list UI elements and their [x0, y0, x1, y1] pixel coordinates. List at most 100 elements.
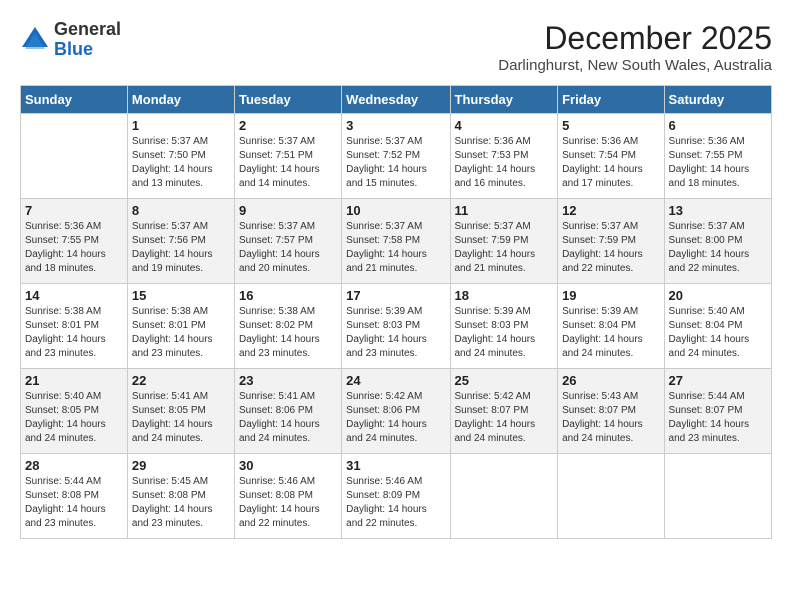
day-detail: Sunrise: 5:36 AM Sunset: 7:55 PM Dayligh… [669, 135, 767, 191]
day-detail: Sunrise: 5:40 AM Sunset: 8:04 PM Dayligh… [669, 305, 767, 361]
day-number: 26 [562, 373, 659, 388]
day-number: 17 [346, 288, 445, 303]
day-number: 24 [346, 373, 445, 388]
calendar-cell: 5 Sunrise: 5:36 AM Sunset: 7:54 PM Daylig… [558, 114, 664, 199]
day-detail: Sunrise: 5:46 AM Sunset: 8:08 PM Dayligh… [239, 475, 337, 531]
calendar-cell: 10 Sunrise: 5:37 AM Sunset: 7:58 PM Dayli… [342, 199, 450, 284]
day-number: 5 [562, 118, 659, 133]
day-number: 27 [669, 373, 767, 388]
day-detail: Sunrise: 5:37 AM Sunset: 7:52 PM Dayligh… [346, 135, 445, 191]
day-detail: Sunrise: 5:40 AM Sunset: 8:05 PM Dayligh… [25, 390, 123, 446]
day-number: 18 [455, 288, 554, 303]
day-number: 6 [669, 118, 767, 133]
calendar-cell: 19 Sunrise: 5:39 AM Sunset: 8:04 PM Dayli… [558, 284, 664, 369]
day-detail: Sunrise: 5:42 AM Sunset: 8:07 PM Dayligh… [455, 390, 554, 446]
calendar-week-row: 28 Sunrise: 5:44 AM Sunset: 8:08 PM Dayli… [21, 454, 772, 539]
logo-blue-text: Blue [54, 40, 121, 60]
day-detail: Sunrise: 5:36 AM Sunset: 7:54 PM Dayligh… [562, 135, 659, 191]
day-number: 23 [239, 373, 337, 388]
calendar-cell: 29Sunrise: 5:45 AM Sunset: 8:08 PM Dayli… [127, 454, 234, 539]
calendar-cell [664, 454, 771, 539]
day-detail: Sunrise: 5:39 AM Sunset: 8:03 PM Dayligh… [346, 305, 445, 361]
day-detail: Sunrise: 5:45 AM Sunset: 8:08 PM Dayligh… [132, 475, 230, 531]
day-number: 10 [346, 203, 445, 218]
calendar-cell: 12 Sunrise: 5:37 AM Sunset: 7:59 PM Dayli… [558, 199, 664, 284]
day-detail: Sunrise: 5:37 AM Sunset: 7:58 PM Dayligh… [346, 220, 445, 276]
calendar-cell: 20 Sunrise: 5:40 AM Sunset: 8:04 PM Dayli… [664, 284, 771, 369]
calendar-cell: 17 Sunrise: 5:39 AM Sunset: 8:03 PM Dayli… [342, 284, 450, 369]
calendar-cell: 11 Sunrise: 5:37 AM Sunset: 7:59 PM Dayli… [450, 199, 558, 284]
calendar-cell: 3 Sunrise: 5:37 AM Sunset: 7:52 PM Daylig… [342, 114, 450, 199]
logo: General Blue [20, 20, 121, 60]
day-detail: Sunrise: 5:41 AM Sunset: 8:05 PM Dayligh… [132, 390, 230, 446]
calendar-cell [558, 454, 664, 539]
day-detail: Sunrise: 5:39 AM Sunset: 8:04 PM Dayligh… [562, 305, 659, 361]
calendar-cell: 6 Sunrise: 5:36 AM Sunset: 7:55 PM Daylig… [664, 114, 771, 199]
day-number: 4 [455, 118, 554, 133]
day-detail: Sunrise: 5:44 AM Sunset: 8:08 PM Dayligh… [25, 475, 123, 531]
day-number: 12 [562, 203, 659, 218]
day-number: 28 [25, 458, 123, 473]
weekday-header-monday: Monday [127, 86, 234, 114]
calendar-week-row: 7Sunrise: 5:36 AM Sunset: 7:55 PM Daylig… [21, 199, 772, 284]
calendar-cell: 14Sunrise: 5:38 AM Sunset: 8:01 PM Dayli… [21, 284, 128, 369]
day-number: 19 [562, 288, 659, 303]
day-number: 2 [239, 118, 337, 133]
weekday-header-thursday: Thursday [450, 86, 558, 114]
day-detail: Sunrise: 5:36 AM Sunset: 7:53 PM Dayligh… [455, 135, 554, 191]
day-detail: Sunrise: 5:37 AM Sunset: 7:57 PM Dayligh… [239, 220, 337, 276]
calendar-cell [450, 454, 558, 539]
day-detail: Sunrise: 5:37 AM Sunset: 8:00 PM Dayligh… [669, 220, 767, 276]
day-detail: Sunrise: 5:37 AM Sunset: 7:59 PM Dayligh… [455, 220, 554, 276]
day-number: 30 [239, 458, 337, 473]
day-detail: Sunrise: 5:37 AM Sunset: 7:56 PM Dayligh… [132, 220, 230, 276]
calendar-cell [21, 114, 128, 199]
weekday-header-friday: Friday [558, 86, 664, 114]
calendar-cell: 27Sunrise: 5:44 AM Sunset: 8:07 PM Dayli… [664, 369, 771, 454]
day-number: 3 [346, 118, 445, 133]
day-detail: Sunrise: 5:37 AM Sunset: 7:59 PM Dayligh… [562, 220, 659, 276]
day-detail: Sunrise: 5:46 AM Sunset: 8:09 PM Dayligh… [346, 475, 445, 531]
day-number: 7 [25, 203, 123, 218]
weekday-header-saturday: Saturday [664, 86, 771, 114]
calendar-cell: 4 Sunrise: 5:36 AM Sunset: 7:53 PM Daylig… [450, 114, 558, 199]
day-detail: Sunrise: 5:38 AM Sunset: 8:01 PM Dayligh… [25, 305, 123, 361]
day-number: 25 [455, 373, 554, 388]
day-detail: Sunrise: 5:42 AM Sunset: 8:06 PM Dayligh… [346, 390, 445, 446]
day-detail: Sunrise: 5:37 AM Sunset: 7:50 PM Dayligh… [132, 135, 230, 191]
calendar-cell: 24 Sunrise: 5:42 AM Sunset: 8:06 PM Dayli… [342, 369, 450, 454]
calendar-cell: 9 Sunrise: 5:37 AM Sunset: 7:57 PM Daylig… [234, 199, 341, 284]
day-detail: Sunrise: 5:38 AM Sunset: 8:02 PM Dayligh… [239, 305, 337, 361]
day-number: 13 [669, 203, 767, 218]
calendar-cell: 8Sunrise: 5:37 AM Sunset: 7:56 PM Daylig… [127, 199, 234, 284]
calendar-cell: 31 Sunrise: 5:46 AM Sunset: 8:09 PM Dayli… [342, 454, 450, 539]
logo-icon [20, 25, 50, 55]
day-number: 31 [346, 458, 445, 473]
day-number: 11 [455, 203, 554, 218]
weekday-header-row: SundayMondayTuesdayWednesdayThursdayFrid… [21, 86, 772, 114]
calendar-table: SundayMondayTuesdayWednesdayThursdayFrid… [20, 85, 772, 539]
day-detail: Sunrise: 5:41 AM Sunset: 8:06 PM Dayligh… [239, 390, 337, 446]
month-title: December 2025 [498, 20, 772, 57]
day-number: 1 [132, 118, 230, 133]
weekday-header-tuesday: Tuesday [234, 86, 341, 114]
calendar-cell: 18 Sunrise: 5:39 AM Sunset: 8:03 PM Dayli… [450, 284, 558, 369]
calendar-cell: 2 Sunrise: 5:37 AM Sunset: 7:51 PM Daylig… [234, 114, 341, 199]
calendar-cell: 1 Sunrise: 5:37 AM Sunset: 7:50 PM Daylig… [127, 114, 234, 199]
day-detail: Sunrise: 5:43 AM Sunset: 8:07 PM Dayligh… [562, 390, 659, 446]
day-number: 20 [669, 288, 767, 303]
calendar-cell: 15Sunrise: 5:38 AM Sunset: 8:01 PM Dayli… [127, 284, 234, 369]
calendar-cell: 21 Sunrise: 5:40 AM Sunset: 8:05 PM Dayli… [21, 369, 128, 454]
calendar-cell: 30 Sunrise: 5:46 AM Sunset: 8:08 PM Dayli… [234, 454, 341, 539]
calendar-cell: 7Sunrise: 5:36 AM Sunset: 7:55 PM Daylig… [21, 199, 128, 284]
title-block: December 2025 Darlinghurst, New South Wa… [498, 20, 772, 74]
weekday-header-sunday: Sunday [21, 86, 128, 114]
day-number: 9 [239, 203, 337, 218]
day-number: 21 [25, 373, 123, 388]
calendar-cell: 26 Sunrise: 5:43 AM Sunset: 8:07 PM Dayli… [558, 369, 664, 454]
calendar-cell: 28 Sunrise: 5:44 AM Sunset: 8:08 PM Dayli… [21, 454, 128, 539]
day-detail: Sunrise: 5:39 AM Sunset: 8:03 PM Dayligh… [455, 305, 554, 361]
day-detail: Sunrise: 5:37 AM Sunset: 7:51 PM Dayligh… [239, 135, 337, 191]
calendar-cell: 13 Sunrise: 5:37 AM Sunset: 8:00 PM Dayli… [664, 199, 771, 284]
day-number: 22 [132, 373, 230, 388]
